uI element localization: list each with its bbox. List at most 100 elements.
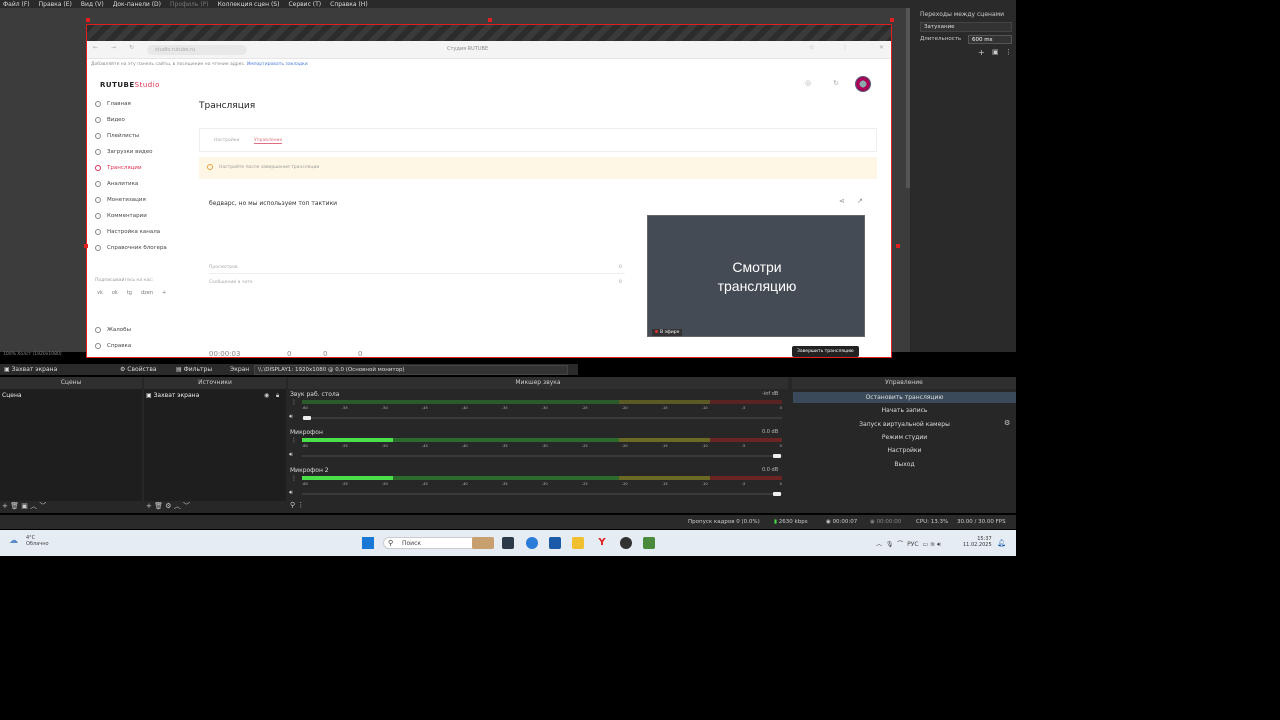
track-menu-icon[interactable]: ⋮ bbox=[291, 437, 297, 444]
obs-icon[interactable] bbox=[620, 537, 632, 549]
refresh-icon[interactable]: ↻ bbox=[833, 79, 839, 87]
task-view-icon[interactable] bbox=[502, 537, 514, 549]
resize-handle[interactable] bbox=[890, 18, 894, 22]
transition-menu-icon[interactable]: ⋮ bbox=[1005, 48, 1012, 56]
menu-item[interactable]: Профиль (P) bbox=[170, 1, 209, 8]
monitor-icon[interactable]: ▭ bbox=[922, 541, 928, 548]
source-up-icon[interactable]: ︿ bbox=[174, 502, 181, 510]
add-source-icon[interactable]: + bbox=[146, 502, 152, 510]
menu-item[interactable]: Сервис (T) bbox=[288, 1, 321, 8]
menu-icon[interactable]: ⋮ bbox=[842, 44, 848, 51]
duration-input[interactable]: 600 ms bbox=[968, 35, 1012, 44]
share-icon[interactable]: ⋖ bbox=[839, 197, 845, 205]
add-scene-icon[interactable]: + bbox=[2, 502, 8, 510]
transition-properties-icon[interactable]: ▣ bbox=[992, 48, 999, 56]
tab-management[interactable]: Управление bbox=[254, 138, 283, 144]
mute-icon[interactable]: 🔊︎ bbox=[289, 489, 293, 497]
rutube-logo[interactable]: RUTUBEStudio bbox=[100, 81, 160, 89]
sidebar-item[interactable]: Монетизация bbox=[95, 197, 146, 203]
remove-source-icon[interactable]: 🗑︎ bbox=[154, 502, 163, 510]
mixer-menu-icon[interactable]: ⋮ bbox=[297, 501, 304, 509]
tab-settings[interactable]: Настройки bbox=[214, 138, 239, 143]
volume-icon[interactable]: 🔊︎ bbox=[937, 541, 941, 548]
store-icon[interactable] bbox=[549, 537, 561, 549]
back-icon[interactable]: ← bbox=[93, 44, 98, 51]
avatar[interactable] bbox=[855, 76, 871, 92]
end-stream-button[interactable]: Завершить трансляцию bbox=[792, 346, 859, 357]
track-menu-icon[interactable]: ⋮ bbox=[291, 399, 297, 406]
control-button[interactable]: Начать запись bbox=[793, 405, 1016, 416]
weather-icon[interactable]: ☁ bbox=[9, 536, 18, 546]
sidebar-item-help[interactable]: Справка bbox=[95, 343, 131, 349]
volume-fader[interactable] bbox=[302, 416, 782, 420]
edge-icon[interactable] bbox=[526, 537, 538, 549]
resize-handle[interactable] bbox=[488, 18, 492, 22]
explorer-icon[interactable] bbox=[572, 537, 584, 549]
resize-handle[interactable] bbox=[84, 244, 88, 248]
sidebar-item[interactable]: Справочник блогера bbox=[95, 245, 167, 251]
network-icon[interactable]: ⌒ bbox=[897, 541, 903, 548]
sidebar-item[interactable]: Плейлисты bbox=[95, 133, 139, 139]
track-menu-icon[interactable]: ⋮ bbox=[291, 475, 297, 482]
sidebar-item[interactable]: Загрузки видео bbox=[95, 149, 152, 155]
weather-widget[interactable]: 4°C Облачно bbox=[26, 535, 49, 547]
menu-item[interactable]: Справка (H) bbox=[330, 1, 368, 8]
fader-knob[interactable] bbox=[302, 416, 311, 420]
reload-icon[interactable]: ↻ bbox=[129, 44, 134, 51]
source-down-icon[interactable]: ﹀ bbox=[183, 502, 190, 510]
ok-icon[interactable]: ok bbox=[112, 290, 118, 296]
wifi-icon[interactable]: ≋ bbox=[930, 541, 935, 548]
menu-item[interactable]: Вид (V) bbox=[81, 1, 104, 8]
bookmark-icon[interactable]: ☆ bbox=[809, 44, 814, 51]
control-button[interactable]: Настройки bbox=[793, 445, 1016, 456]
sidebar-item[interactable]: Трансляции bbox=[95, 165, 142, 171]
virtual-camera-settings-icon[interactable]: ⚙ bbox=[1004, 419, 1010, 427]
close-icon[interactable]: ✕ bbox=[879, 44, 884, 51]
mic-icon[interactable]: 🎙︎ bbox=[886, 541, 894, 548]
remove-scene-icon[interactable]: 🗑︎ bbox=[10, 502, 19, 510]
stream-thumbnail[interactable]: Смотри трансляцию В эфире bbox=[647, 215, 865, 337]
control-button[interactable]: Выход bbox=[793, 459, 1016, 470]
menu-item[interactable]: Коллекция сцен (S) bbox=[218, 1, 280, 8]
sidebar-item[interactable]: Комментарии bbox=[95, 213, 147, 219]
language-indicator[interactable]: РУС bbox=[907, 541, 918, 548]
vk-icon[interactable]: vk bbox=[97, 290, 103, 296]
screen-select[interactable]: \\.\DISPLAY1: 1920x1080 @ 0,0 (Основной … bbox=[254, 364, 568, 375]
menu-item[interactable]: Правка (E) bbox=[39, 1, 72, 8]
tray-chevron-icon[interactable]: ︿ bbox=[876, 541, 882, 548]
sidebar-item[interactable]: Видео bbox=[95, 117, 125, 123]
fader-knob[interactable] bbox=[773, 454, 782, 458]
external-link-icon[interactable]: ↗ bbox=[857, 197, 863, 205]
menu-item[interactable]: Файл (F) bbox=[3, 1, 30, 8]
filters-button[interactable]: ▤ Фильтры bbox=[176, 366, 212, 373]
dzen-icon[interactable]: dzen bbox=[141, 290, 153, 296]
sidebar-item[interactable]: Настройка канала bbox=[95, 229, 160, 235]
sidebar-item-complaints[interactable]: Жалобы bbox=[95, 327, 131, 333]
preview-area[interactable]: ← → ↻ studio.rutube.ru Студия RUTUBE ☆ ⋮… bbox=[0, 8, 910, 358]
notification-bell-icon[interactable]: 🔔︎ bbox=[997, 539, 1006, 547]
sidebar-item[interactable]: Аналитика bbox=[95, 181, 138, 187]
add-transition-icon[interactable]: + bbox=[978, 48, 985, 57]
minecraft-icon[interactable] bbox=[643, 537, 655, 549]
import-bookmarks-link[interactable]: Импортировать закладки bbox=[247, 62, 308, 67]
control-button[interactable]: Остановить трансляцию bbox=[793, 392, 1016, 403]
mixer-link-icon[interactable]: ⚲ bbox=[290, 501, 295, 509]
resize-handle[interactable] bbox=[86, 18, 90, 22]
control-button[interactable]: Запуск виртуальной камеры bbox=[793, 419, 1016, 430]
yandex-browser-icon[interactable]: Y bbox=[596, 537, 608, 549]
transition-select[interactable]: Затухание bbox=[920, 22, 1012, 32]
preview-canvas[interactable]: ← → ↻ studio.rutube.ru Студия RUTUBE ☆ ⋮… bbox=[86, 24, 892, 358]
mute-icon[interactable]: 🔊︎ bbox=[289, 413, 293, 421]
notifications-icon[interactable]: ◎ bbox=[805, 79, 811, 87]
clock[interactable]: 15:37 11.02.2025 bbox=[963, 536, 992, 548]
more-icon[interactable]: + bbox=[162, 290, 166, 296]
move-down-icon[interactable]: ﹀ bbox=[39, 502, 46, 510]
volume-fader[interactable] bbox=[302, 492, 782, 496]
source-settings-icon[interactable]: ⚙ bbox=[165, 502, 171, 510]
properties-button[interactable]: ⚙ Свойства bbox=[120, 366, 157, 373]
scene-filter-icon[interactable]: ▣ bbox=[21, 502, 28, 510]
menu-item[interactable]: Док-панели (D) bbox=[113, 1, 161, 8]
control-button[interactable]: Режим студии bbox=[793, 432, 1016, 443]
resize-handle[interactable] bbox=[896, 244, 900, 248]
sidebar-item[interactable]: Главная bbox=[95, 101, 131, 107]
